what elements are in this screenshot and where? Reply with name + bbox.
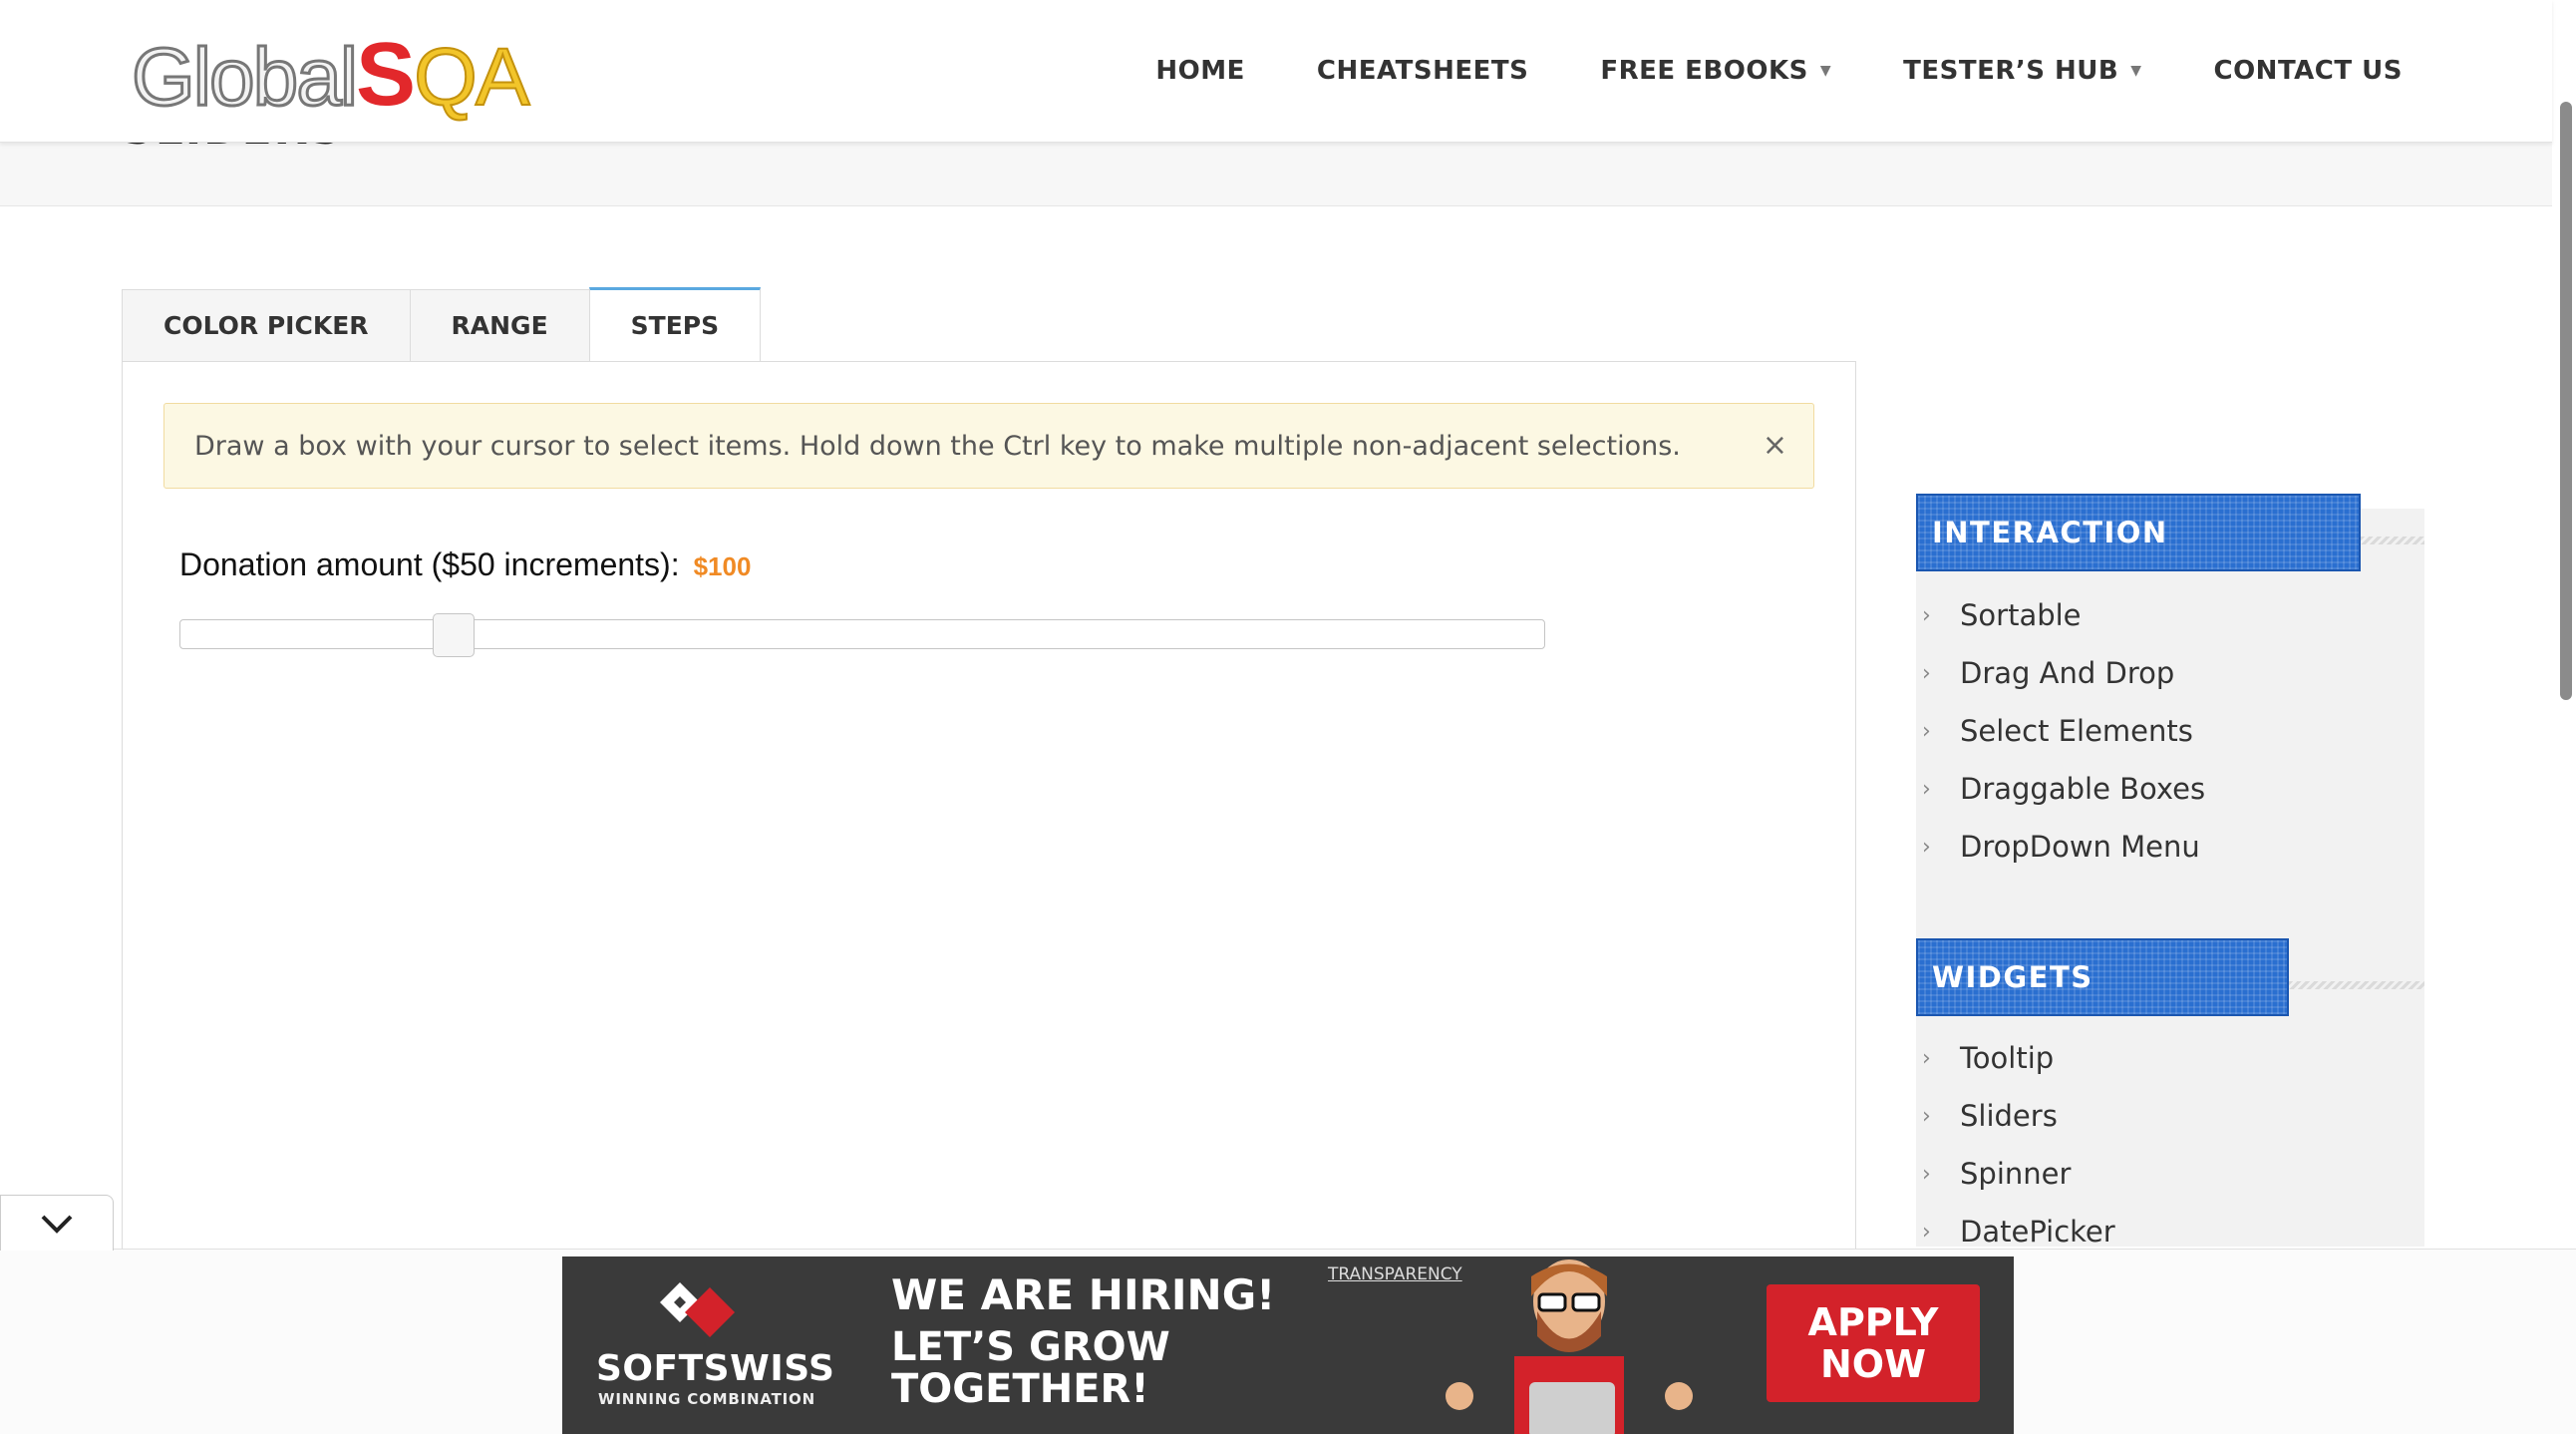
sidebar-list-interaction: › Sortable › Drag And Drop › Select Element… bbox=[1916, 586, 2205, 876]
donation-label-row: Donation amount ($50 increments): $100 bbox=[179, 546, 751, 583]
sidebar-item-select-elements[interactable]: › Select Elements bbox=[1916, 702, 2205, 760]
nav-testers-hub[interactable]: TESTER’S HUB ▼ bbox=[1903, 56, 2141, 86]
logo-text-global: Global bbox=[130, 31, 359, 124]
nav-contact-us[interactable]: CONTACT US bbox=[2214, 56, 2404, 86]
nav-cheatsheets[interactable]: CHEATSHEETS bbox=[1317, 56, 1528, 86]
sidebar-heading-label: INTERACTION bbox=[1932, 516, 2168, 549]
heading-divider bbox=[2361, 537, 2424, 544]
banner-ad[interactable]: SOFTSWISS WINNING COMBINATION WE ARE HIR… bbox=[562, 1256, 2014, 1434]
site-logo[interactable]: GlobalSQA bbox=[130, 30, 531, 124]
nav-label: TESTER’S HUB bbox=[1903, 56, 2119, 86]
nav-label: HOME bbox=[1155, 56, 1245, 86]
sidebar-heading-widgets: WIDGETS bbox=[1916, 938, 2289, 1016]
chevron-right-icon: › bbox=[1922, 1161, 1931, 1187]
softswiss-logo-icon bbox=[660, 1282, 735, 1337]
sidebar-item-label: Spinner bbox=[1960, 1157, 2072, 1191]
sidebar-item-sliders[interactable]: › Sliders bbox=[1916, 1087, 2115, 1145]
tab-steps[interactable]: STEPS bbox=[588, 287, 762, 361]
donation-amount: $100 bbox=[693, 551, 752, 581]
sidebar-item-draggable-boxes[interactable]: › Draggable Boxes bbox=[1916, 760, 2205, 818]
chevron-right-icon: › bbox=[1922, 660, 1931, 686]
sidebar-item-tooltip[interactable]: › Tooltip bbox=[1916, 1029, 2115, 1087]
sidebar-item-sortable[interactable]: › Sortable bbox=[1916, 586, 2205, 644]
tab-panel bbox=[122, 361, 1856, 1258]
tab-range[interactable]: RANGE bbox=[409, 289, 590, 361]
nav-label: CHEATSHEETS bbox=[1316, 56, 1529, 86]
nav-free-ebooks[interactable]: FREE EBOOKS ▼ bbox=[1600, 56, 1831, 86]
donation-slider[interactable] bbox=[179, 613, 1545, 657]
slider-handle[interactable] bbox=[432, 613, 475, 657]
alert-text: Draw a box with your cursor to select it… bbox=[194, 430, 1681, 462]
caret-down-icon: ▼ bbox=[1819, 63, 1832, 79]
chevron-down-icon bbox=[41, 1215, 73, 1234]
sidebar-item-drag-and-drop[interactable]: › Drag And Drop bbox=[1916, 644, 2205, 702]
sidebar-item-spinner[interactable]: › Spinner bbox=[1916, 1145, 2115, 1203]
sidebar-item-label: Sortable bbox=[1960, 598, 2082, 632]
sidebar-item-label: Sliders bbox=[1960, 1099, 2058, 1133]
apply-now-button[interactable]: APPLY NOW bbox=[1767, 1284, 1980, 1402]
sidebar-heading-interaction: INTERACTION bbox=[1916, 494, 2361, 571]
sidebar-item-label: DatePicker bbox=[1960, 1215, 2115, 1249]
chevron-right-icon: › bbox=[1922, 1045, 1931, 1071]
tab-label: STEPS bbox=[630, 311, 720, 340]
close-icon[interactable]: × bbox=[1763, 428, 1787, 463]
logo-text-s: S bbox=[356, 25, 416, 125]
donation-label: Donation amount ($50 increments): bbox=[179, 546, 680, 582]
chevron-right-icon: › bbox=[1922, 834, 1931, 860]
title-band bbox=[0, 143, 2552, 206]
main-nav: HOME CHEATSHEETS FREE EBOOKS ▼ TESTER’S H… bbox=[1155, 56, 2403, 86]
tab-label: RANGE bbox=[451, 311, 548, 340]
ad-illustration bbox=[1446, 1259, 1693, 1434]
slider-tabs: COLOR PICKER RANGE STEPS bbox=[122, 287, 762, 361]
chevron-right-icon: › bbox=[1922, 718, 1931, 744]
ad-subheadline: LET’S GROW TOGETHER! bbox=[891, 1324, 1170, 1412]
nav-label: CONTACT US bbox=[2213, 56, 2403, 86]
site-header: GlobalSQA HOME CHEATSHEETS FREE EBOOKS ▼ … bbox=[0, 0, 2552, 143]
nav-label: FREE EBOOKS bbox=[1600, 56, 1808, 86]
caret-down-icon: ▼ bbox=[2130, 63, 2142, 79]
sidebar-item-label: Draggable Boxes bbox=[1960, 772, 2206, 806]
sidebar-item-label: DropDown Menu bbox=[1960, 830, 2200, 864]
info-alert: Draw a box with your cursor to select it… bbox=[163, 403, 1814, 489]
nav-home[interactable]: HOME bbox=[1155, 56, 1245, 86]
logo-text-qa: QA bbox=[413, 32, 531, 124]
ad-brand-tagline: WINNING COMBINATION bbox=[598, 1390, 815, 1408]
tab-label: COLOR PICKER bbox=[163, 311, 369, 340]
sidebar-list-widgets: › Tooltip › Sliders › Spinner › DatePicker bbox=[1916, 1029, 2115, 1260]
sidebar-item-label: Select Elements bbox=[1960, 714, 2193, 748]
heading-divider bbox=[2289, 981, 2424, 989]
ad-brand: SOFTSWISS bbox=[596, 1348, 835, 1389]
sidebar-item-dropdown-menu[interactable]: › DropDown Menu bbox=[1916, 818, 2205, 876]
chevron-right-icon: › bbox=[1922, 1103, 1931, 1129]
chevron-right-icon: › bbox=[1922, 776, 1931, 802]
ad-headline: WE ARE HIRING! bbox=[891, 1270, 1276, 1319]
sidebar-item-label: Tooltip bbox=[1960, 1041, 2055, 1075]
sidebar-heading-label: WIDGETS bbox=[1932, 960, 2093, 994]
chevron-right-icon: › bbox=[1922, 1219, 1931, 1245]
page-scrollbar[interactable] bbox=[2560, 102, 2572, 700]
ad-collapse-button[interactable] bbox=[0, 1195, 114, 1251]
sidebar-item-label: Drag And Drop bbox=[1960, 656, 2175, 690]
tab-color-picker[interactable]: COLOR PICKER bbox=[122, 289, 411, 361]
chevron-right-icon: › bbox=[1922, 602, 1931, 628]
